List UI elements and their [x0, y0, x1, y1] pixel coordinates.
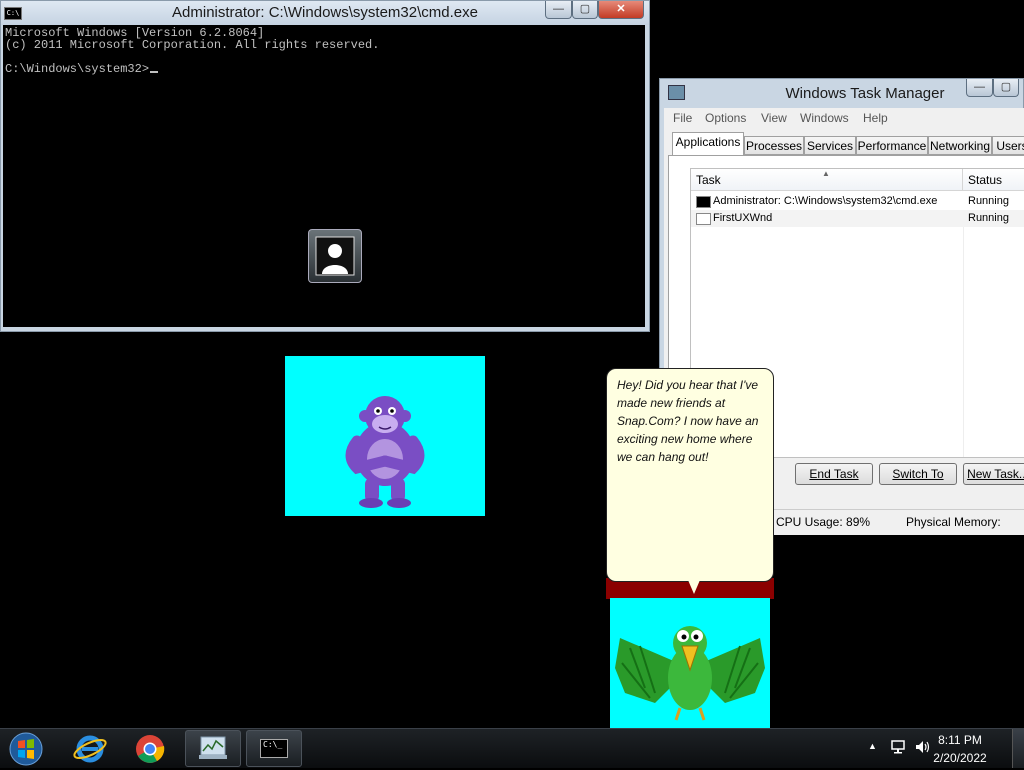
physical-memory: Physical Memory: 26% [906, 515, 1001, 554]
cmd-minimize-button[interactable]: — [545, 1, 572, 19]
user-account-icon[interactable] [308, 229, 362, 283]
column-divider [963, 227, 964, 457]
internet-explorer-button[interactable] [70, 731, 110, 767]
green-parrot-icon [615, 626, 765, 721]
sort-arrow-icon: ▲ [822, 169, 830, 178]
network-status-icon [891, 740, 905, 754]
tab-performance[interactable]: Performance [856, 136, 928, 155]
tab-users[interactable]: Users [992, 136, 1024, 155]
user-silhouette-icon [315, 236, 355, 276]
show-desktop-button[interactable] [1012, 729, 1024, 768]
cmd-close-button[interactable]: ✕ [598, 1, 644, 19]
tm-menu-bar: File Options View Windows Help [664, 108, 1024, 128]
text-cursor [150, 71, 159, 73]
bonzi-buddy-window[interactable] [285, 356, 485, 516]
task-status: Running [968, 212, 1009, 224]
menu-windows[interactable]: Windows [800, 111, 849, 125]
speech-bubble-text: Hey! Did you hear that I've made new fri… [617, 378, 759, 464]
cmd-taskbar-icon: C:\_ [260, 739, 288, 758]
console-prompt: C:\Windows\system32> [5, 62, 159, 76]
show-hidden-icons-icon[interactable]: ▲ [868, 741, 877, 751]
console-prompt-text: C:\Windows\system32> [5, 62, 150, 76]
cpu-usage: CPU Usage: 89% [776, 515, 871, 529]
switch-to-label: Switch To [892, 467, 944, 481]
clock-date[interactable]: 2/20/2022 [930, 751, 990, 765]
table-row[interactable]: Administrator: C:\Windows\system32\cmd.e… [691, 193, 1024, 210]
internet-explorer-icon [73, 735, 107, 763]
windows-orb-icon [9, 732, 43, 766]
chrome-button[interactable] [130, 731, 170, 767]
parrot-window[interactable] [610, 598, 770, 728]
end-task-label: End Task [809, 467, 859, 481]
tab-processes[interactable]: Processes [744, 136, 804, 155]
table-row[interactable]: FirstUXWnd Running [691, 210, 1024, 227]
menu-help[interactable]: Help [863, 111, 888, 125]
task-manager-taskbar-button[interactable] [185, 730, 241, 767]
task-name: Administrator: C:\Windows\system32\cmd.e… [713, 195, 938, 207]
tab-networking[interactable]: Networking [928, 136, 992, 155]
console-line: (c) 2011 Microsoft Corporation. All righ… [5, 38, 380, 52]
tab-services[interactable]: Services [804, 136, 856, 155]
clock-time[interactable]: 8:11 PM [930, 733, 990, 747]
column-header-status[interactable]: Status [963, 169, 1024, 191]
network-icon[interactable] [890, 739, 906, 758]
new-task-button[interactable]: New Task... [963, 463, 1024, 485]
menu-view[interactable]: View [761, 111, 787, 125]
new-task-label: New Task... [967, 467, 1024, 481]
chrome-icon [136, 735, 165, 763]
switch-to-button[interactable]: Switch To [879, 463, 957, 485]
start-button[interactable] [6, 731, 46, 767]
cmd-maximize-button[interactable]: ▢ [572, 1, 598, 19]
window-task-icon [696, 213, 711, 225]
task-status: Running [968, 195, 1009, 207]
cmd-task-icon [696, 196, 711, 208]
task-name: FirstUXWnd [713, 212, 773, 224]
tm-minimize-button[interactable]: — [966, 79, 993, 97]
end-task-button[interactable]: End Task [795, 463, 873, 485]
taskbar: C:\_ ▲ 8:11 PM 2/20/2022 [0, 728, 1024, 768]
purple-gorilla-icon [345, 396, 425, 508]
speech-bubble-tail [688, 580, 700, 594]
tab-applications[interactable]: Applications [672, 132, 744, 156]
speech-bubble[interactable]: Hey! Did you hear that I've made new fri… [606, 368, 774, 582]
cmd-title-bar[interactable]: C:\ Administrator: C:\Windows\system32\c… [1, 1, 649, 25]
menu-file[interactable]: File [673, 111, 692, 125]
task-manager-icon [199, 736, 227, 759]
tm-maximize-button[interactable]: ▢ [993, 79, 1019, 97]
cmd-taskbar-button[interactable]: C:\_ [246, 730, 302, 767]
menu-options[interactable]: Options [705, 111, 746, 125]
